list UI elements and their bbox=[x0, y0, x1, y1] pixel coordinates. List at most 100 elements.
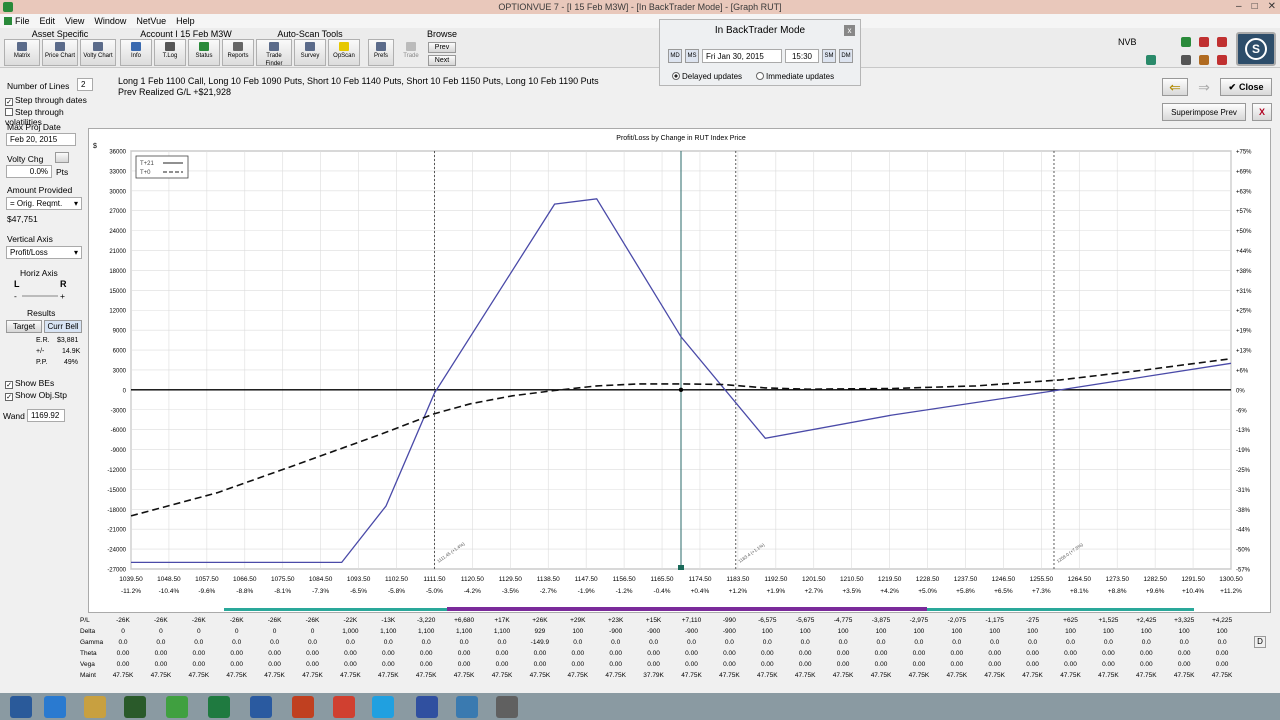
table-row-label: Vega bbox=[80, 661, 95, 668]
menu-edit[interactable]: Edit bbox=[40, 16, 56, 26]
table-cell: 0.0 bbox=[497, 639, 507, 646]
survey-icon bbox=[305, 42, 315, 51]
windows-start-icon[interactable] bbox=[10, 696, 32, 718]
print-icon[interactable] bbox=[1181, 55, 1191, 65]
table-cell: 47.75K bbox=[415, 672, 437, 679]
backtrader-time-field[interactable]: 15:30 bbox=[785, 49, 819, 63]
table-expand-button[interactable]: D bbox=[1254, 636, 1266, 648]
table-cell: 47.75K bbox=[112, 672, 134, 679]
table-cell: -900 bbox=[684, 628, 698, 635]
word-icon[interactable] bbox=[250, 696, 272, 718]
close-button[interactable]: ✔ Close bbox=[1220, 78, 1272, 96]
menu-file[interactable]: File bbox=[4, 16, 30, 26]
app-icon[interactable] bbox=[124, 696, 146, 718]
amount-provided-select[interactable]: = Orig. Reqmt. ▾ bbox=[6, 197, 82, 210]
horiz-slider[interactable] bbox=[22, 295, 58, 297]
wand-field[interactable]: 1169.92 bbox=[27, 409, 65, 422]
minimize-button[interactable]: – bbox=[1236, 1, 1242, 12]
maximize-button[interactable]: □ bbox=[1252, 1, 1258, 12]
y-tick-label: 36000 bbox=[109, 150, 126, 156]
account-title[interactable]: Account I 15 Feb M3W bbox=[118, 29, 254, 39]
lock-icon[interactable] bbox=[1199, 55, 1209, 65]
explorer-icon[interactable] bbox=[84, 696, 106, 718]
show-objstp-checkbox[interactable]: ✓ Show Obj.Stp bbox=[5, 390, 67, 401]
table-cell: 0.00 bbox=[419, 661, 433, 668]
table-cell: -26K bbox=[267, 617, 282, 624]
table-cell: -22K bbox=[343, 617, 358, 624]
max-proj-date-field[interactable]: Feb 20, 2015 bbox=[6, 133, 76, 146]
right-tick-label: -13% bbox=[1236, 428, 1251, 434]
dm-button[interactable]: DM bbox=[839, 49, 853, 63]
sm-button[interactable]: SM bbox=[822, 49, 836, 63]
superimpose-prev-button[interactable]: Superimpose Prev bbox=[1162, 103, 1246, 121]
menu-bar: File Edit View Window NetVue Help bbox=[0, 14, 1280, 28]
trade-finder-button[interactable]: Trade Finder bbox=[256, 39, 292, 67]
horiz-minus[interactable]: - bbox=[14, 291, 17, 301]
volty-chg-field[interactable]: 0.0% bbox=[6, 165, 52, 178]
info-button[interactable]: Info bbox=[120, 39, 152, 66]
excel-icon[interactable] bbox=[208, 696, 230, 718]
menu-netvue[interactable]: NetVue bbox=[136, 16, 166, 26]
table-cell: -900 bbox=[609, 628, 623, 635]
close-x-button[interactable]: X bbox=[1252, 103, 1272, 121]
menu-window[interactable]: Window bbox=[94, 16, 126, 26]
table-cell: 0 bbox=[310, 628, 315, 635]
price-chart-button[interactable]: Price Chart bbox=[42, 39, 78, 66]
immediate-updates-radio[interactable]: Immediate updates bbox=[756, 72, 834, 81]
prefs-button[interactable]: Prefs bbox=[368, 39, 394, 66]
horiz-r[interactable]: R bbox=[60, 279, 67, 289]
right-tick-label: +19% bbox=[1236, 329, 1252, 335]
target-button[interactable]: Target bbox=[6, 320, 42, 333]
volty-chart-button[interactable]: Volty Chart bbox=[80, 39, 116, 66]
reports-button[interactable]: Reports bbox=[222, 39, 254, 66]
status-button[interactable]: Status bbox=[188, 39, 220, 66]
scissors-icon[interactable] bbox=[1181, 37, 1191, 47]
position-description: Long 1 Feb 1100 Call, Long 10 Feb 1090 P… bbox=[118, 76, 599, 98]
close-app-icon[interactable] bbox=[1217, 55, 1227, 65]
volty-reset-button[interactable] bbox=[55, 152, 69, 163]
curr-bell-button[interactable]: Curr Bell bbox=[44, 320, 82, 333]
profit-loss-chart[interactable]: Profit/Loss by Change in RUT Index Price… bbox=[88, 128, 1271, 613]
optionvue-icon[interactable] bbox=[496, 696, 518, 718]
tlog-button[interactable]: T.Log bbox=[154, 39, 186, 66]
table-cell: 0.0 bbox=[194, 639, 204, 646]
backtrader-close-button[interactable]: x bbox=[844, 25, 855, 36]
browse-prev-button[interactable]: Prev bbox=[428, 42, 456, 53]
matrix-button[interactable]: Matrix bbox=[4, 39, 40, 66]
menu-help[interactable]: Help bbox=[176, 16, 195, 26]
browse-next-button[interactable]: Next bbox=[428, 55, 456, 66]
show-bes-checkbox[interactable]: ✓ Show BEs bbox=[5, 378, 54, 389]
chrome-alt-icon[interactable] bbox=[166, 696, 188, 718]
export-icon[interactable] bbox=[1199, 37, 1209, 47]
delayed-updates-radio[interactable]: Delayed updates bbox=[672, 72, 742, 81]
md-button[interactable]: MD bbox=[668, 49, 682, 63]
close-window-button[interactable]: ✕ bbox=[1268, 1, 1276, 12]
table-row-label: Delta bbox=[80, 628, 96, 635]
back-arrow-button[interactable]: ⇐ bbox=[1162, 78, 1188, 96]
trade-button[interactable]: Trade bbox=[398, 39, 424, 66]
chrome-icon[interactable] bbox=[333, 696, 355, 718]
vertical-axis-select[interactable]: Profit/Loss ▾ bbox=[6, 246, 82, 259]
forward-arrow-button[interactable]: ⇒ bbox=[1191, 78, 1217, 96]
mail-icon[interactable] bbox=[1217, 37, 1227, 47]
table-cell: 0.00 bbox=[912, 661, 926, 668]
menu-view[interactable]: View bbox=[65, 16, 84, 26]
x-pct-label: -3.5% bbox=[502, 588, 519, 595]
table-cell: 0 bbox=[121, 628, 125, 635]
table-cell: 47.75K bbox=[453, 672, 475, 679]
survey-button[interactable]: Survey bbox=[294, 39, 326, 66]
x-tick-label: 1084.50 bbox=[309, 576, 333, 583]
flower-icon[interactable] bbox=[416, 696, 438, 718]
photos-icon[interactable] bbox=[456, 696, 478, 718]
ms-button[interactable]: MS bbox=[685, 49, 699, 63]
skype-icon[interactable] bbox=[372, 696, 394, 718]
opscan-button[interactable]: OpScan bbox=[328, 39, 360, 66]
powerpoint-icon[interactable] bbox=[292, 696, 314, 718]
refresh-icon[interactable] bbox=[1146, 55, 1156, 65]
horiz-l[interactable]: L bbox=[14, 279, 20, 289]
horiz-plus[interactable]: + bbox=[60, 291, 65, 301]
number-of-lines-field[interactable]: 2 bbox=[77, 78, 93, 91]
ie-icon[interactable] bbox=[44, 696, 66, 718]
step-dates-checkbox[interactable]: ✓ Step through dates bbox=[5, 95, 87, 106]
backtrader-date-field[interactable]: Fri Jan 30, 2015 bbox=[702, 49, 782, 63]
